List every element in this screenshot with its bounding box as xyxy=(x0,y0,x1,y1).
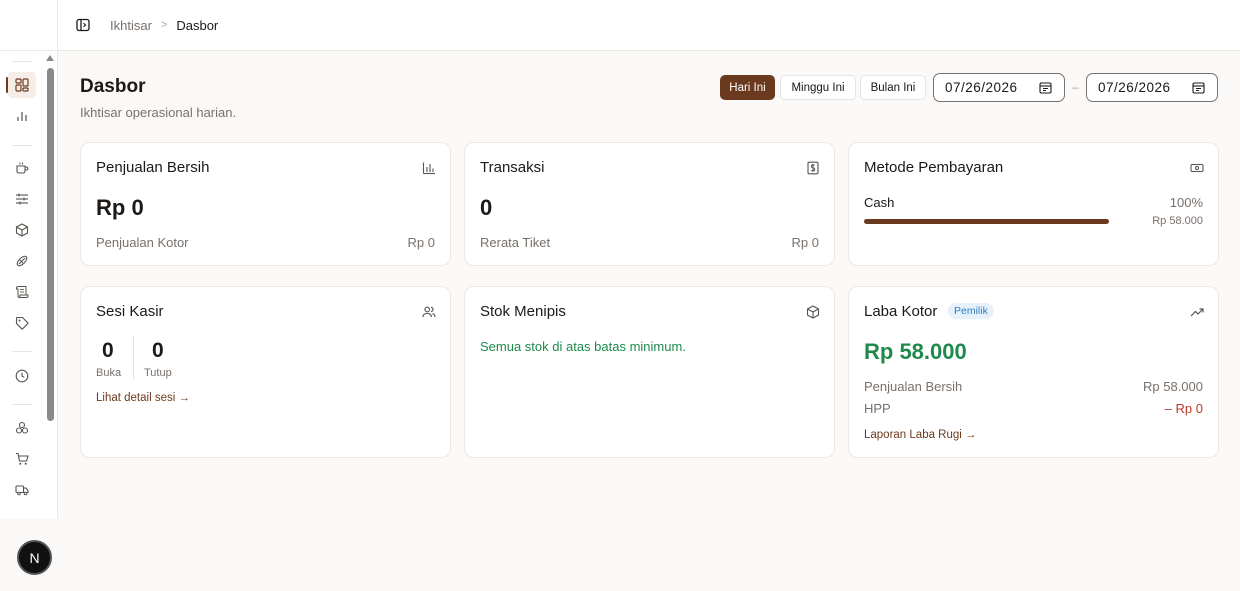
sidebar-divider xyxy=(12,404,32,405)
open-sessions-count: 0 xyxy=(102,339,114,362)
profit-net-sales-label: Penjualan Bersih xyxy=(864,379,963,394)
clock-icon xyxy=(15,369,29,383)
gross-sales-label: Penjualan Kotor xyxy=(96,235,189,250)
range-week-button[interactable]: Minggu Ini xyxy=(780,75,856,100)
owner-badge: Pemilik xyxy=(948,303,994,319)
sidebar-item-ingredients[interactable] xyxy=(8,248,36,274)
date-to-value: 07/26/2026 xyxy=(1098,80,1171,95)
closed-sessions-count: 0 xyxy=(152,339,164,362)
payment-share-fill xyxy=(864,219,1109,224)
range-month-button[interactable]: Bulan Ini xyxy=(860,75,926,100)
open-sessions-label: Buka xyxy=(96,367,122,379)
card-title: Laba Kotor xyxy=(864,303,938,320)
date-to-input[interactable]: 07/26/2026 xyxy=(1086,73,1218,102)
cogs-label: HPP xyxy=(864,401,891,416)
payment-methods-card: Metode Pembayaran Cash 100% Rp 58.000 xyxy=(848,142,1219,266)
cashier-sessions-card: Sesi Kasir 0 Buka 0 Tutup Lihat detail s… xyxy=(80,286,451,458)
transactions-value: 0 xyxy=(480,195,493,220)
sliders-icon xyxy=(16,193,28,205)
net-sales-value: Rp 0 xyxy=(96,195,144,220)
users-icon xyxy=(422,306,436,318)
average-ticket-value: Rp 0 xyxy=(791,235,819,250)
sidebar-item-promotions[interactable] xyxy=(8,310,36,336)
scroll-up-arrow[interactable] xyxy=(46,55,54,61)
coffee-cup-icon xyxy=(16,162,29,174)
average-ticket-label: Rerata Tiket xyxy=(480,235,551,250)
transactions-card: Transaksi 0 Rerata Tiket Rp 0 xyxy=(464,142,835,266)
closed-sessions-label: Tutup xyxy=(144,367,172,379)
bar-chart-icon xyxy=(422,162,435,175)
components-icon xyxy=(15,421,29,434)
gross-sales-value: Rp 0 xyxy=(407,235,435,250)
breadcrumb-current: Dasbor xyxy=(176,17,219,33)
date-from-value: 07/26/2026 xyxy=(945,80,1018,95)
calendar-icon[interactable] xyxy=(1192,81,1205,97)
sidebar-scrollbar[interactable] xyxy=(47,68,54,421)
gross-profit-value: Rp 58.000 xyxy=(864,339,967,364)
sidebar-item-suppliers[interactable] xyxy=(8,477,36,503)
sidebar-divider xyxy=(12,145,32,146)
sidebar-item-purchases[interactable] xyxy=(8,446,36,472)
payment-method-percent: 100% xyxy=(1169,195,1203,210)
trending-up-icon xyxy=(1190,308,1204,317)
cogs-value: – Rp 0 xyxy=(1164,401,1203,416)
sidebar-item-components[interactable] xyxy=(8,415,36,441)
breadcrumb-parent[interactable]: Ikhtisar xyxy=(110,18,152,33)
card-title: Penjualan Bersih xyxy=(96,159,210,176)
package-box-icon xyxy=(806,305,820,319)
payment-method-amount: Rp 58.000 xyxy=(1152,215,1203,227)
date-from-input[interactable]: 07/26/2026 xyxy=(933,73,1065,102)
session-divider xyxy=(133,336,134,380)
session-detail-link[interactable]: Lihat detail sesi → xyxy=(96,392,190,404)
card-title: Transaksi xyxy=(480,159,545,176)
payment-share-bar xyxy=(864,219,1109,224)
page-subtitle: Ikhtisar operasional harian. xyxy=(80,105,237,120)
payment-method-name: Cash xyxy=(864,195,895,210)
range-today-button[interactable]: Hari Ini xyxy=(720,75,775,100)
card-title: Sesi Kasir xyxy=(96,303,164,320)
panel-toggle-icon[interactable] xyxy=(76,18,90,32)
page-title: Dasbor xyxy=(80,76,146,97)
sidebar-item-recipes[interactable] xyxy=(8,279,36,305)
shopping-cart-icon xyxy=(16,452,29,465)
receipt-icon xyxy=(807,161,819,175)
calendar-icon[interactable] xyxy=(1039,81,1052,97)
sidebar-item-dashboard[interactable] xyxy=(6,72,36,98)
profit-net-sales-value: Rp 58.000 xyxy=(1143,379,1203,394)
sidebar-divider xyxy=(12,351,32,352)
truck-icon xyxy=(15,485,29,496)
ingredients-icon xyxy=(16,255,28,267)
low-stock-card: Stok Menipis Semua stok di atas batas mi… xyxy=(464,286,835,458)
bar-chart-icon xyxy=(17,112,27,121)
profit-loss-report-link[interactable]: Laporan Laba Rugi → xyxy=(864,429,977,441)
breadcrumb-separator: > xyxy=(160,19,168,31)
tag-icon xyxy=(15,316,29,330)
sidebar-header xyxy=(0,0,58,51)
date-range-separator: – xyxy=(1072,80,1079,94)
package-box-icon xyxy=(15,223,29,237)
gross-profit-card: Laba Kotor Pemilik Rp 58.000 Penjualan B… xyxy=(848,286,1219,458)
sidebar-item-products[interactable] xyxy=(8,217,36,243)
low-stock-message: Semua stok di atas batas minimum. xyxy=(480,339,686,354)
sidebar-item-history[interactable] xyxy=(8,363,36,389)
top-bar: Ikhtisar > Dasbor xyxy=(58,0,1240,51)
dashboard-grid-icon xyxy=(15,78,29,92)
sidebar-divider xyxy=(12,61,32,62)
card-title: Metode Pembayaran xyxy=(864,159,1004,176)
sidebar-item-menu[interactable] xyxy=(8,155,36,181)
banknote-icon xyxy=(1190,163,1204,173)
sidebar-item-reports[interactable] xyxy=(8,103,36,129)
sidebar-item-modifiers[interactable] xyxy=(8,186,36,212)
net-sales-card: Penjualan Bersih Rp 0 Penjualan Kotor Rp… xyxy=(80,142,451,266)
scroll-receipt-icon xyxy=(16,286,29,298)
card-title: Stok Menipis xyxy=(480,303,566,320)
avatar[interactable]: N xyxy=(17,540,52,575)
